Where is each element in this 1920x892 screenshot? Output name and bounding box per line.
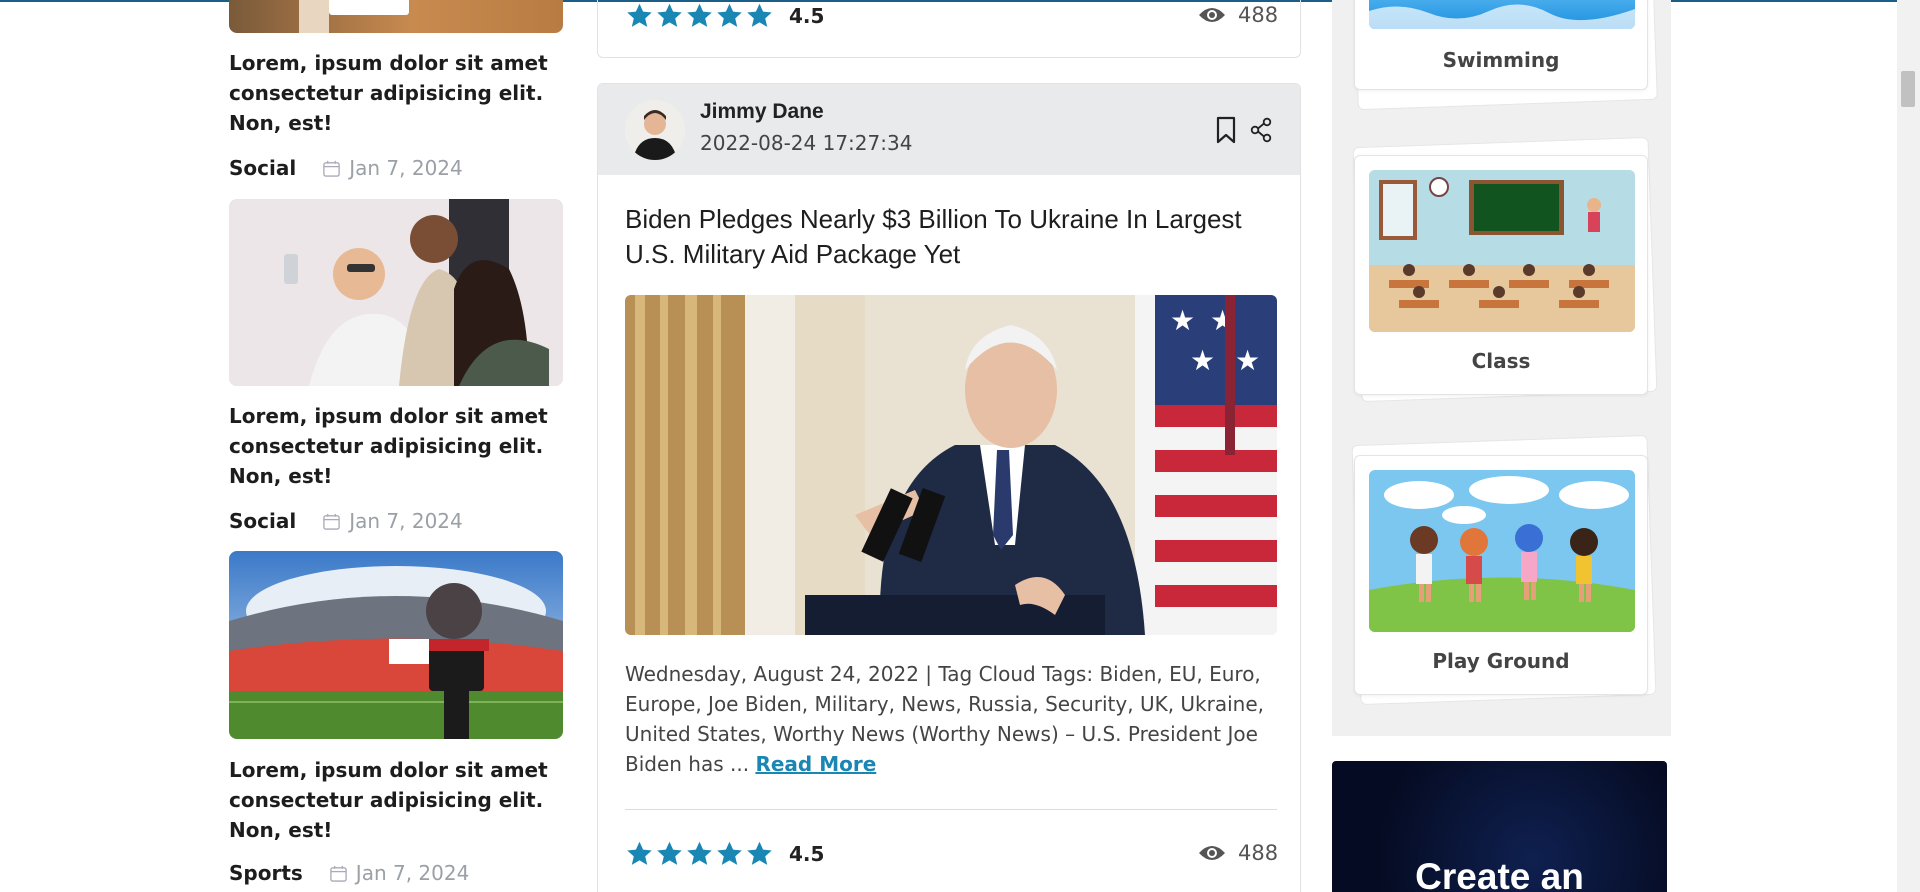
post-title[interactable]: Lorem, ipsum dolor sit amet consectetur … — [229, 755, 569, 845]
star-icon — [657, 841, 682, 865]
post-thumbnail[interactable] — [229, 199, 563, 386]
svg-text:★: ★ — [1235, 344, 1260, 377]
post-title[interactable]: Lorem, ipsum dolor sit amet consectetur … — [229, 401, 569, 491]
post-card: Jimmy Dane 2022-08-24 17:27:34 Biden Ple… — [597, 83, 1301, 892]
star-rating — [625, 840, 775, 868]
scrollbar[interactable] — [1897, 0, 1920, 892]
post-title[interactable]: Biden Pledges Nearly $3 Billion To Ukrai… — [625, 202, 1285, 272]
post-date-text: Jan 7, 2024 — [349, 156, 463, 180]
post-excerpt: Wednesday, August 24, 2022 | Tag Cloud T… — [625, 659, 1275, 779]
category-image — [1369, 470, 1635, 632]
star-icon — [747, 3, 772, 27]
star-icon — [687, 841, 712, 865]
post-title[interactable]: Lorem, ipsum dolor sit amet consectetur … — [229, 48, 569, 138]
post-date: Jan 7, 2024 — [329, 861, 470, 885]
star-icon — [627, 841, 652, 865]
view-count: 488 — [1198, 841, 1278, 865]
svg-text:★: ★ — [1190, 344, 1215, 377]
category-label: Swimming — [1442, 48, 1560, 72]
category-label: Play Ground — [1432, 649, 1570, 673]
read-more-link[interactable]: Read More — [755, 752, 876, 776]
post-category[interactable]: Sports — [229, 861, 303, 885]
rating-value: 4.5 — [789, 4, 825, 28]
view-count-value: 488 — [1238, 841, 1279, 865]
eye-icon — [1199, 846, 1225, 860]
divider — [625, 809, 1277, 810]
view-count: 488 — [1198, 3, 1278, 27]
rating: 4.5 — [625, 2, 824, 30]
category-label: Class — [1471, 349, 1531, 373]
post-meta: Sports Jan 7, 2024 — [229, 858, 469, 888]
post-thumbnail[interactable] — [229, 551, 563, 739]
calendar-icon — [330, 865, 347, 882]
post-datetime: 2022-08-24 17:27:34 — [700, 131, 913, 155]
svg-text:★: ★ — [1170, 304, 1195, 337]
scrollbar-thumb[interactable] — [1901, 71, 1915, 107]
star-icon — [717, 3, 742, 27]
post-date: Jan 7, 2024 — [322, 156, 463, 180]
star-icon — [657, 3, 682, 27]
author-name[interactable]: Jimmy Dane — [700, 100, 824, 124]
promo-banner[interactable]: Create an — [1332, 761, 1667, 892]
star-rating — [625, 2, 775, 30]
star-icon — [627, 3, 652, 27]
post-image[interactable]: ★ ★ ★ ★ — [625, 295, 1277, 635]
calendar-icon — [323, 513, 340, 530]
post-meta: Social Jan 7, 2024 — [229, 506, 463, 536]
post-thumbnail[interactable] — [229, 0, 563, 33]
previous-post-card: 4.5 488 — [597, 0, 1301, 58]
post-category[interactable]: Social — [229, 509, 296, 533]
view-count-value: 488 — [1238, 3, 1279, 27]
star-icon — [717, 841, 742, 865]
post-category[interactable]: Social — [229, 156, 296, 180]
post-card-header: Jimmy Dane 2022-08-24 17:27:34 — [598, 84, 1300, 175]
rating-value: 4.5 — [789, 842, 825, 866]
category-image — [1369, 0, 1635, 29]
calendar-icon — [323, 160, 340, 177]
post-date-text: Jan 7, 2024 — [349, 509, 463, 533]
excerpt-text: Wednesday, August 24, 2022 | Tag Cloud T… — [625, 662, 1265, 776]
star-icon — [747, 841, 772, 865]
category-image — [1369, 170, 1635, 332]
category-card-play-ground[interactable]: Play Ground — [1354, 455, 1648, 695]
star-icon — [687, 3, 712, 27]
post-meta: Social Jan 7, 2024 — [229, 153, 463, 183]
share-icon[interactable] — [1249, 117, 1273, 143]
promo-heading: Create an — [1415, 856, 1584, 892]
bookmark-icon[interactable] — [1215, 116, 1237, 144]
eye-icon — [1199, 8, 1225, 22]
post-date-text: Jan 7, 2024 — [355, 861, 470, 885]
post-date: Jan 7, 2024 — [322, 509, 463, 533]
avatar[interactable] — [625, 100, 685, 160]
category-card-swimming[interactable]: Swimming — [1354, 0, 1648, 90]
rating: 4.5 — [625, 840, 824, 868]
category-card-class[interactable]: Class — [1354, 155, 1648, 395]
